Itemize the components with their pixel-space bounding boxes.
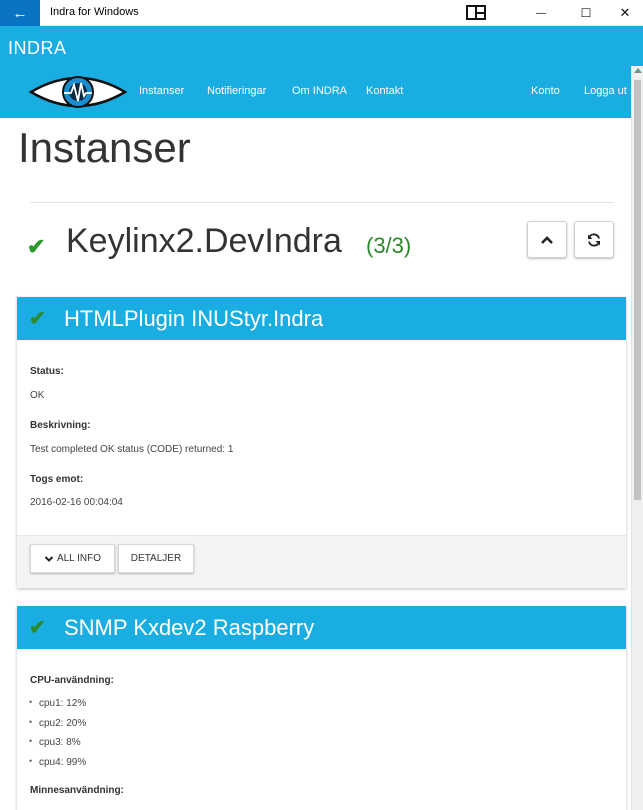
description-value: Test completed OK status (CODE) returned… <box>30 444 234 455</box>
panel-check-icon: ✔ <box>29 308 46 330</box>
cpu-list: cpu1: 12% cpu2: 20% cpu3: 8% cpu4: 99% <box>17 697 86 777</box>
panel-header: ✔ SNMP Kxdev2 Raspberry <box>17 606 626 649</box>
nav-kontakt[interactable]: Kontakt <box>366 85 403 97</box>
panel-footer: ALL INFO DETALJER <box>17 535 626 588</box>
list-item: cpu1: 12% <box>17 697 86 718</box>
page-title: Instanser <box>18 124 191 171</box>
instance-count: (3/3) <box>366 233 412 258</box>
maximize-button[interactable]: ☐ <box>564 0 608 26</box>
minimize-button[interactable]: — <box>519 0 563 26</box>
all-info-button[interactable]: ALL INFO <box>30 544 115 573</box>
nav-konto[interactable]: Konto <box>531 85 560 97</box>
app-header: INDRA Instanser Notifieringar Om INDRA K… <box>0 26 643 118</box>
details-button[interactable]: DETALJER <box>118 544 194 573</box>
instance-status-check-icon: ✔ <box>27 234 46 259</box>
close-button[interactable]: ✕ <box>603 0 643 26</box>
status-label: Status: <box>30 366 64 377</box>
panel-title: HTMLPlugin INUStyr.Indra <box>64 306 324 331</box>
eye-logo-icon[interactable] <box>28 70 128 114</box>
vertical-scrollbar[interactable] <box>631 66 643 810</box>
panel-title: SNMP Kxdev2 Raspberry <box>64 615 315 640</box>
description-label: Beskrivning: <box>30 420 91 431</box>
collapse-button[interactable] <box>527 221 567 258</box>
scroll-up-icon[interactable] <box>634 68 642 73</box>
panel-header: ✔ HTMLPlugin INUStyr.Indra <box>17 297 626 340</box>
list-item: cpu3: 8% <box>17 736 86 757</box>
nav-logga-ut[interactable]: Logga ut <box>584 85 627 97</box>
list-item: cpu4: 99% <box>17 756 86 777</box>
nav-notifieringar[interactable]: Notifieringar <box>207 85 266 97</box>
refresh-icon <box>588 232 600 247</box>
divider <box>30 202 614 203</box>
window-title: Indra for Windows <box>50 6 139 18</box>
cpu-usage-label: CPU-användning: <box>30 675 114 686</box>
back-arrow-icon: ← <box>12 4 28 22</box>
nav-instanser[interactable]: Instanser <box>139 85 184 97</box>
received-value: 2016-02-16 00:04:04 <box>30 497 123 508</box>
panel-check-icon: ✔ <box>29 617 46 639</box>
tablet-mode-icon[interactable] <box>466 5 486 20</box>
brand-name[interactable]: INDRA <box>8 38 67 59</box>
minimize-icon: — <box>536 7 546 19</box>
back-button[interactable]: ← <box>0 0 40 26</box>
received-label: Togs emot: <box>30 474 84 485</box>
window-titlebar: ← Indra for Windows — ☐ ✕ <box>0 0 643 26</box>
maximize-icon: ☐ <box>580 6 592 20</box>
status-value: OK <box>30 390 45 401</box>
close-icon: ✕ <box>619 5 631 20</box>
nav-om-indra[interactable]: Om INDRA <box>292 85 347 97</box>
snmp-panel: ✔ SNMP Kxdev2 Raspberry CPU-användning: … <box>17 606 626 810</box>
details-label: DETALJER <box>130 553 182 564</box>
chevron-up-icon <box>541 235 553 244</box>
instance-name: Keylinx2.DevIndra <box>66 222 342 260</box>
list-item: cpu2: 20% <box>17 717 86 738</box>
chevron-down-icon <box>44 555 54 562</box>
memory-usage-label: Minnesanvändning: <box>30 785 124 796</box>
plugin-panel: ✔ HTMLPlugin INUStyr.Indra Status: OK Be… <box>17 297 626 588</box>
scroll-thumb[interactable] <box>634 80 641 500</box>
all-info-label: ALL INFO <box>56 553 102 564</box>
refresh-button[interactable] <box>574 221 614 258</box>
